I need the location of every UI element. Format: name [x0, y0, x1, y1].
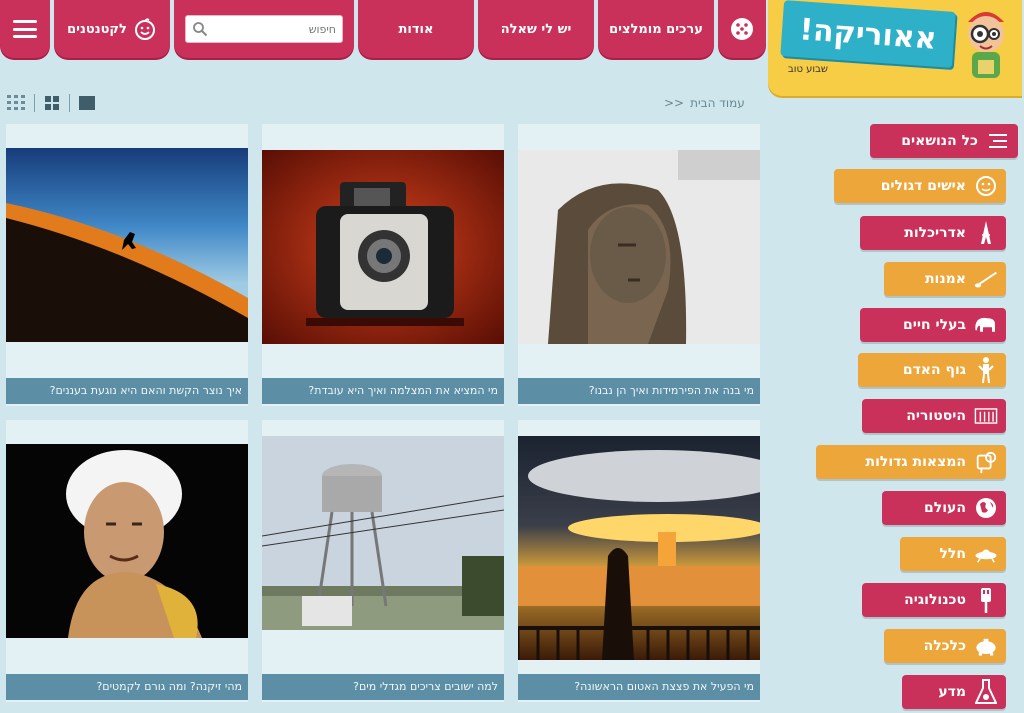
inventions-icon: [974, 450, 998, 474]
breadcrumb-home-link[interactable]: עמוד הבית: [690, 96, 745, 110]
paintbrush-icon: [974, 267, 998, 291]
category-human-body[interactable]: גוף האדם: [858, 353, 1006, 387]
divider: [69, 94, 70, 112]
category-label: היסטוריה: [906, 408, 966, 424]
breadcrumb: עמוד הבית <<: [664, 96, 745, 110]
view-toggles: [6, 93, 96, 113]
logo-tagline: שבוע טוב: [788, 64, 829, 75]
category-science[interactable]: מדע: [902, 675, 1006, 709]
divider: [34, 94, 35, 112]
category-all-topics[interactable]: כל הנושאים: [870, 124, 1018, 158]
search-box: [185, 15, 343, 43]
card-image-skydiver[interactable]: [6, 148, 248, 342]
random-article-button[interactable]: [718, 0, 766, 58]
card-image-camera[interactable]: [262, 150, 504, 344]
search-input[interactable]: [214, 22, 336, 36]
grid-view-icon[interactable]: [43, 94, 61, 112]
category-label: אמנות: [924, 271, 966, 287]
site-logo[interactable]: אאוריקה! שבוע טוב: [768, 0, 1022, 96]
kids-label: לקטנטנים: [67, 21, 127, 37]
list-icon: [986, 129, 1010, 153]
piggy-bank-icon: [974, 634, 998, 658]
search-icon[interactable]: [192, 21, 208, 37]
about-label: אודות: [398, 21, 434, 37]
recommended-label: ערכים מומלצים: [609, 21, 703, 37]
person-face-icon: [974, 174, 998, 198]
category-great-people[interactable]: אישים דגולים: [834, 169, 1006, 203]
category-great-inventions[interactable]: המצאות גדולות: [816, 445, 1006, 479]
ask-label: יש לי שאלה: [500, 21, 572, 37]
elephant-icon: [974, 313, 998, 337]
card-caption[interactable]: מי הפעיל את פצצת האטום הראשונה?: [518, 674, 760, 700]
category-label: כלכלה: [923, 638, 966, 654]
human-body-icon: [974, 357, 998, 384]
card-caption[interactable]: למה ישובים צריכים מגדלי מים?: [262, 674, 504, 700]
breadcrumb-separator: <<: [664, 96, 685, 110]
category-technology[interactable]: טכנולוגיה: [862, 583, 1006, 617]
card-image-mushroom-cloud[interactable]: [518, 436, 760, 660]
category-label: העולם: [924, 500, 966, 516]
category-label: מדע: [938, 684, 966, 700]
logo-text: אאוריקה!: [780, 0, 956, 68]
hamburger-icon: [13, 20, 37, 38]
globe-icon: [974, 496, 998, 520]
category-label: אדריכלות: [904, 225, 966, 241]
card-image-pharaoh[interactable]: [518, 150, 760, 344]
card-image-water-tower[interactable]: [262, 436, 504, 630]
search-tab: [174, 0, 354, 58]
category-world[interactable]: העולם: [882, 491, 1006, 525]
temple-icon: [974, 404, 998, 428]
card-caption[interactable]: מי בנה את הפירמידות ואיך הן נבנו?: [518, 378, 760, 404]
about-button[interactable]: אודות: [358, 0, 474, 58]
category-history[interactable]: היסטוריה: [862, 399, 1006, 433]
category-animals[interactable]: בעלי חיים: [860, 308, 1006, 342]
category-architecture[interactable]: אדריכלות: [860, 216, 1006, 250]
card-image-elderly-woman[interactable]: [6, 444, 248, 638]
top-navigation: לקטנטנים אודות יש לי שאלה ערכים מומלצים: [0, 0, 766, 62]
ask-question-button[interactable]: יש לי שאלה: [478, 0, 594, 58]
card-caption[interactable]: מהי זיקנה? ומה גורם לקמטים?: [6, 674, 248, 700]
flask-icon: [974, 679, 998, 704]
mascot-icon: [968, 12, 1004, 78]
spaceship-icon: [974, 542, 998, 566]
kids-section-button[interactable]: לקטנטנים: [54, 0, 170, 58]
smiley-face-icon: [134, 18, 155, 40]
list-view-icon[interactable]: [6, 93, 26, 113]
category-sidebar: כל הנושאים אישים דגולים אדריכלות אמנות ב…: [784, 118, 1024, 713]
category-label: המצאות גדולות: [865, 454, 966, 470]
category-label: בעלי חיים: [903, 317, 966, 333]
card-caption[interactable]: מי המציא את המצלמה ואיך היא עובדת?: [262, 378, 504, 404]
category-label: כל הנושאים: [901, 133, 978, 149]
large-view-icon[interactable]: [78, 94, 96, 112]
main-menu-button[interactable]: [0, 0, 50, 58]
dice-icon: [731, 18, 753, 40]
usb-plug-icon: [974, 588, 998, 613]
category-art[interactable]: אמנות: [884, 262, 1006, 296]
category-economics[interactable]: כלכלה: [884, 629, 1006, 663]
eiffel-tower-icon: [974, 221, 998, 245]
category-label: טכנולוגיה: [904, 592, 966, 608]
article-grid: איך נוצר הקשת והאם היא נוגעת בעננים? מי …: [6, 124, 760, 713]
category-space[interactable]: חלל: [900, 537, 1006, 571]
category-label: גוף האדם: [902, 362, 966, 378]
category-label: חלל: [939, 546, 966, 562]
recommended-button[interactable]: ערכים מומלצים: [598, 0, 714, 58]
card-caption[interactable]: איך נוצר הקשת והאם היא נוגעת בעננים?: [6, 378, 248, 404]
category-label: אישים דגולים: [880, 178, 966, 194]
